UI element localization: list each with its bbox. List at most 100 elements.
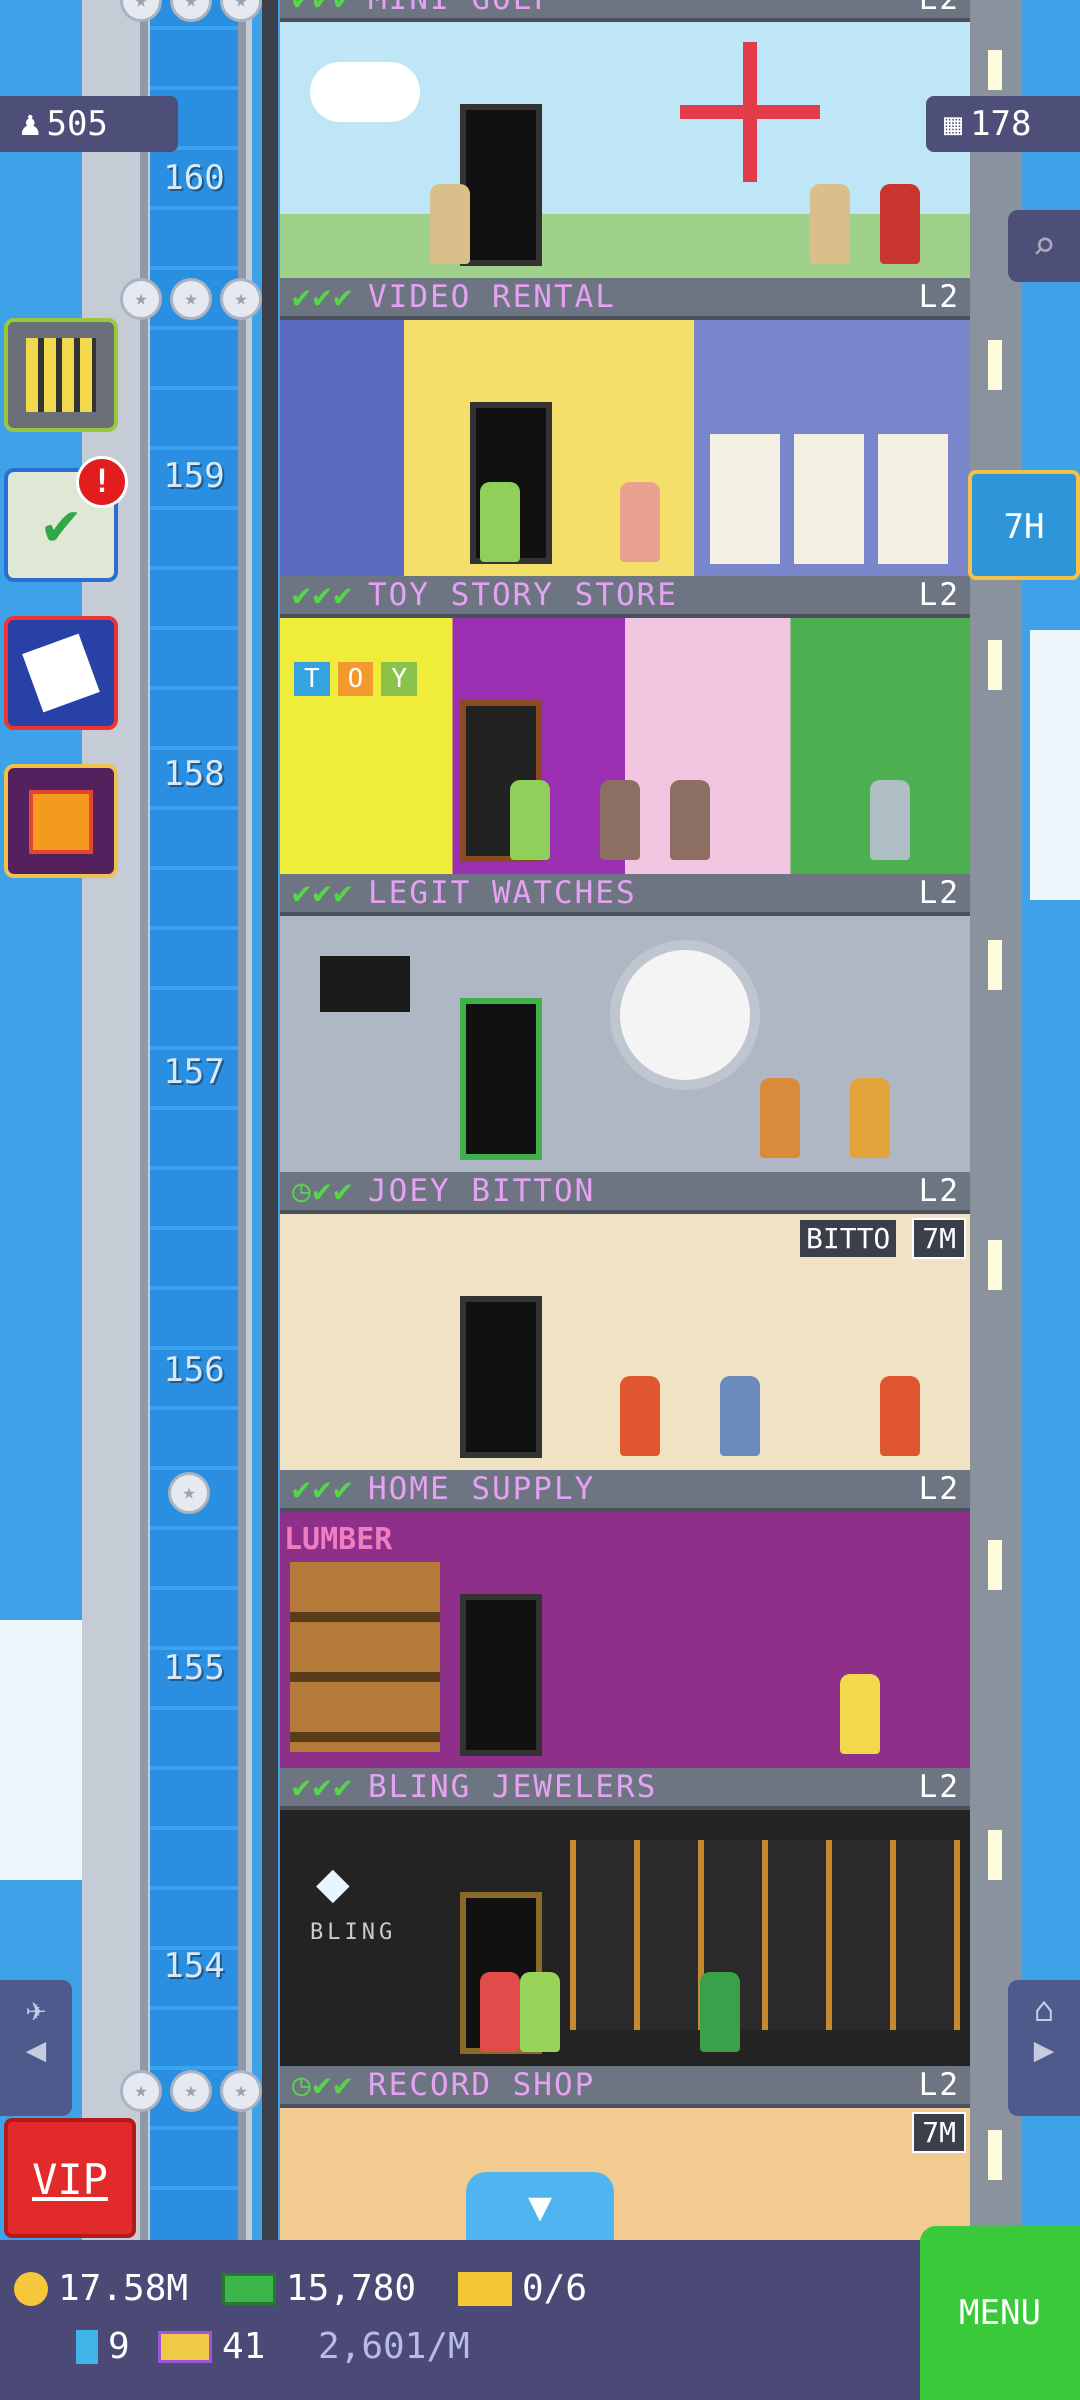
alert-badge: ! bbox=[76, 456, 128, 508]
floor-number: 159 bbox=[163, 456, 225, 496]
gems-stat: 9 bbox=[76, 2326, 130, 2367]
floor-number: 158 bbox=[163, 754, 225, 794]
floor-header: ✔✔✔ BLING JEWELERS L2 bbox=[280, 1768, 970, 1810]
tickets-value: 0/6 bbox=[522, 2268, 588, 2309]
tower-frame-right bbox=[970, 0, 1022, 2240]
display-cabinet bbox=[570, 1840, 960, 2030]
visitor bbox=[520, 1972, 560, 2052]
missions-button[interactable]: ✔ ! bbox=[4, 456, 128, 582]
gem-icon bbox=[76, 2329, 98, 2364]
floor-record-shop[interactable]: ◷✔✔ RECORD SHOP L2 7M bbox=[280, 2066, 970, 2240]
visitor bbox=[480, 482, 520, 562]
star-icon: ★ bbox=[220, 278, 262, 320]
vip-button[interactable]: VIP bbox=[4, 2118, 136, 2238]
home-icon: ⌂ bbox=[1033, 1990, 1055, 2030]
scroll-down-button[interactable]: ▼ bbox=[466, 2172, 614, 2242]
income-rate-value: 2,601/M bbox=[318, 2326, 470, 2367]
calendar-button[interactable] bbox=[4, 616, 118, 730]
floor-interior bbox=[280, 22, 970, 278]
gems-value: 9 bbox=[108, 2326, 130, 2367]
lumber-rack bbox=[290, 1562, 440, 1752]
ticket-icon bbox=[458, 2271, 512, 2306]
status-checks: ✔✔✔ bbox=[292, 875, 354, 911]
floor-number: 154 bbox=[163, 1946, 225, 1986]
visitor bbox=[760, 1078, 800, 1158]
floor-video-rental[interactable]: ✔✔✔ VIDEO RENTAL L2 bbox=[280, 278, 970, 576]
shelf-decor bbox=[710, 434, 960, 564]
search-icon: ⌕ bbox=[1031, 223, 1057, 269]
next-floor-button[interactable]: ⌂ ▶ bbox=[1008, 1980, 1080, 2116]
star-icon: ★ bbox=[170, 278, 212, 320]
floor-level: L2 bbox=[918, 577, 960, 613]
star-icon: ★ bbox=[120, 0, 162, 22]
tower-window bbox=[988, 1830, 1002, 1880]
bux-stat: 15,780 bbox=[222, 2268, 416, 2309]
status-checks: ✔✔✔ bbox=[292, 1769, 354, 1805]
floor-level: L2 bbox=[918, 875, 960, 911]
income-rate-stat: 2,601/M bbox=[318, 2326, 470, 2367]
star-icon: ★ bbox=[120, 278, 162, 320]
gift-button[interactable] bbox=[4, 764, 118, 878]
floor-interior: LUMBER bbox=[280, 1512, 970, 1768]
floor-interior: 7M bbox=[280, 2108, 970, 2240]
visitor bbox=[600, 780, 640, 860]
floor-interior: BITTO 7M bbox=[280, 1214, 970, 1470]
floor-door bbox=[460, 998, 542, 1160]
visitor bbox=[880, 1376, 920, 1456]
tower-tickets-stat: 41 bbox=[158, 2326, 265, 2367]
tickets-stat: 0/6 bbox=[458, 2268, 587, 2309]
restock-timer: 7M bbox=[912, 2112, 966, 2153]
timer-button[interactable]: 7H bbox=[968, 470, 1080, 580]
floor-home-supply[interactable]: ✔✔✔ HOME SUPPLY L2 LUMBER bbox=[280, 1470, 970, 1768]
floor-header: ✔✔✔ LEGIT WATCHES L2 bbox=[280, 874, 970, 916]
tower-window bbox=[988, 2130, 1002, 2180]
search-button[interactable]: ⌕ bbox=[1008, 210, 1080, 282]
person-icon: ♟ bbox=[20, 104, 41, 144]
prev-floor-button[interactable]: ✈ ◀ bbox=[0, 1980, 72, 2116]
floor-toy-story-store[interactable]: ✔✔✔ TOY STORY STORE L2 T O Y bbox=[280, 576, 970, 874]
clock-decor bbox=[610, 940, 760, 1090]
floor-interior bbox=[280, 320, 970, 576]
population-counter[interactable]: ♟ 505 bbox=[0, 96, 178, 152]
floor-header: ◷✔✔ RECORD SHOP L2 bbox=[280, 2066, 970, 2108]
build-floor-button[interactable] bbox=[4, 318, 118, 432]
toy-letter: Y bbox=[381, 662, 417, 696]
chevron-down-icon: ▼ bbox=[527, 2184, 553, 2230]
cloud-decor bbox=[310, 62, 420, 122]
floor-header: ✔✔✔ HOME SUPPLY L2 bbox=[280, 1470, 970, 1512]
star-icon: ★ bbox=[170, 0, 212, 22]
star-rating: ★ bbox=[168, 1472, 210, 1514]
building-icon bbox=[26, 338, 96, 412]
menu-button[interactable]: MENU bbox=[920, 2226, 1080, 2400]
toy-letter: O bbox=[337, 662, 374, 696]
resource-bar bbox=[0, 2240, 1080, 2400]
arrow-right-icon: ▶ bbox=[1033, 2030, 1055, 2070]
floor-legit-watches[interactable]: ✔✔✔ LEGIT WATCHES L2 bbox=[280, 874, 970, 1172]
star-icon: ★ bbox=[120, 2070, 162, 2112]
calendar-icon bbox=[22, 633, 100, 713]
floor-bling-jewelers[interactable]: ✔✔✔ BLING JEWELERS L2 ◆ BLING bbox=[280, 1768, 970, 2066]
tower-window bbox=[988, 1540, 1002, 1590]
floor-number: 157 bbox=[163, 1052, 225, 1092]
lumber-sign: LUMBER bbox=[284, 1522, 393, 1557]
diamond-icon: ◆ bbox=[316, 1850, 350, 1915]
visitor bbox=[510, 780, 550, 860]
tower-ticket-icon bbox=[158, 2330, 212, 2363]
floor-door bbox=[460, 104, 542, 266]
floor-name: LEGIT WATCHES bbox=[368, 875, 637, 911]
bitton-sign: BITTO bbox=[800, 1220, 897, 1257]
tower-bux-counter[interactable]: ▦ 178 bbox=[926, 96, 1080, 152]
floor-mini-golf[interactable]: ✔✔✔ MINI GOLF L2 bbox=[280, 0, 970, 278]
floor-header: ◷✔✔ JOEY BITTON L2 bbox=[280, 1172, 970, 1214]
floor-door bbox=[460, 1594, 542, 1756]
bling-sign: BLING bbox=[310, 1920, 397, 1945]
floor-level: L2 bbox=[918, 1471, 960, 1507]
elevator-edge-right bbox=[238, 0, 246, 2240]
plane-icon: ✈ bbox=[25, 1990, 47, 2030]
floor-joey-bitton[interactable]: ◷✔✔ JOEY BITTON L2 BITTO 7M bbox=[280, 1172, 970, 1470]
floor-name: VIDEO RENTAL bbox=[368, 279, 616, 315]
floor-interior: ◆ BLING bbox=[280, 1810, 970, 2066]
visitor bbox=[880, 184, 920, 264]
floor-name: TOY STORY STORE bbox=[368, 577, 678, 613]
floor-header: ✔✔✔ VIDEO RENTAL L2 bbox=[280, 278, 970, 320]
